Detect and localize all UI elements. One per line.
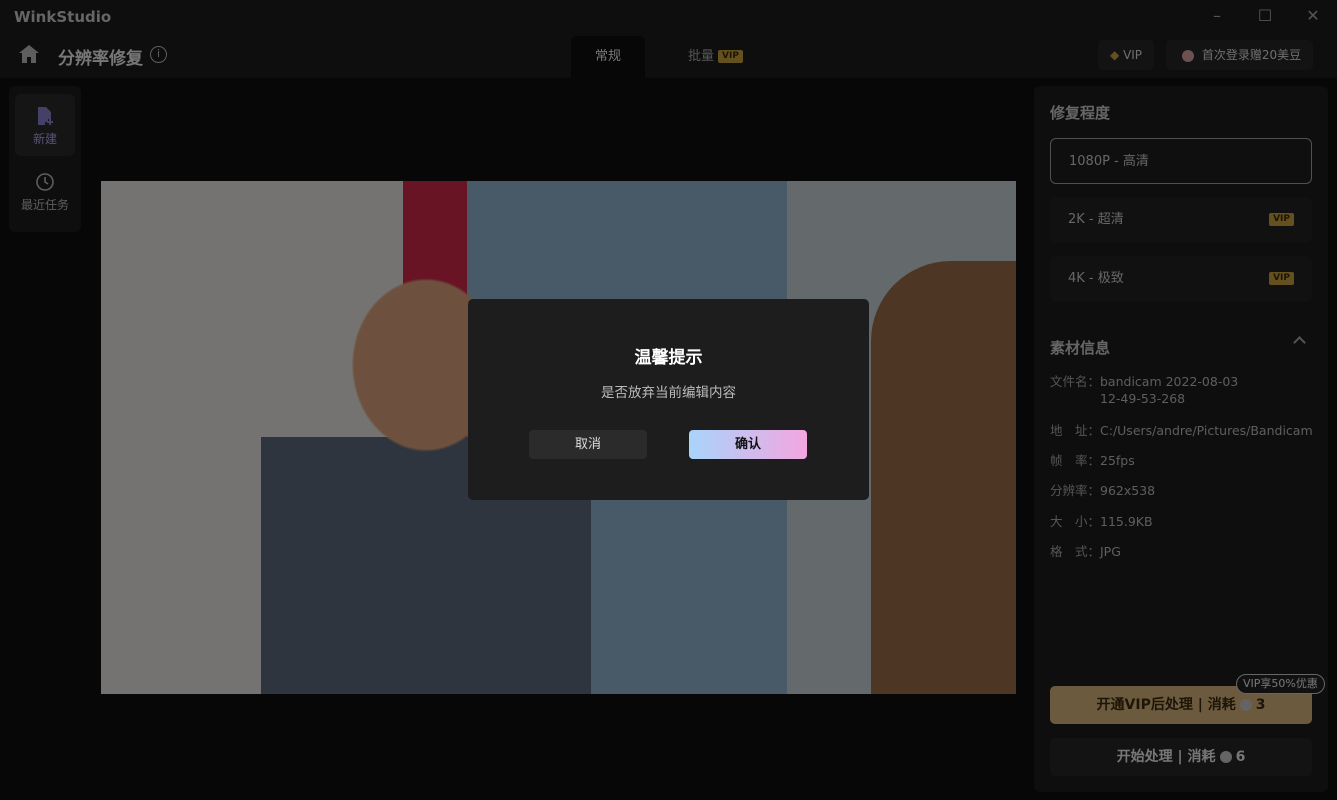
start-process-button[interactable]: 开始处理 | 消耗 6: [1050, 738, 1312, 776]
info-value: 962x538: [1100, 483, 1156, 498]
minimize-button[interactable]: –: [1202, 6, 1232, 28]
coin-icon: [1219, 751, 1232, 763]
title-bar: WinkStudio – ☐ ✕: [0, 0, 1337, 34]
confirm-dialog: 温馨提示 是否放弃当前编辑内容 取消 确认: [468, 299, 869, 500]
button-label: 开始处理 | 消耗: [1116, 749, 1216, 765]
vip-badge: VIP: [1269, 272, 1294, 285]
info-value: 115.9KB: [1100, 514, 1153, 529]
left-sidebar: 新建 最近任务: [9, 86, 81, 232]
vip-badge: VIP: [718, 50, 743, 63]
cancel-button[interactable]: 取消: [529, 430, 647, 459]
info-value: C:/Users/andre/Pictures/Bandicam: [1100, 423, 1313, 438]
header: 分辨率修复 i 常规 批量 VIP ◆ VIP 首次登录赠20美豆: [0, 34, 1337, 78]
option-1080p[interactable]: 1080P - 高清: [1050, 138, 1312, 184]
info-key: 大 小：: [1050, 514, 1101, 529]
info-key: 文件名：: [1050, 374, 1101, 389]
option-label: 1080P - 高清: [1069, 154, 1149, 169]
home-icon[interactable]: [18, 44, 40, 64]
info-value: JPG: [1100, 544, 1121, 559]
info-key: 分辨率：: [1050, 483, 1101, 498]
sidebar-item-label: 新建: [32, 132, 57, 146]
sidebar-item-recent[interactable]: 最近任务: [15, 160, 75, 222]
avatar: [1182, 49, 1194, 62]
app-logo: WinkStudio: [14, 8, 112, 26]
maximize-button[interactable]: ☐: [1250, 6, 1280, 28]
info-row-fps: 帧 率： 25fps: [1050, 452, 1315, 469]
info-row-path: 地 址： C:/Users/andre/Pictures/Bandicam: [1050, 422, 1315, 439]
option-4k[interactable]: 4K - 极致 VIP: [1050, 256, 1312, 302]
info-value: bandicam 2022-08-03 12-49-53-268: [1100, 374, 1239, 406]
close-button[interactable]: ✕: [1298, 6, 1328, 28]
login-promo-button[interactable]: 首次登录赠20美豆: [1166, 40, 1314, 70]
vip-button[interactable]: ◆ VIP: [1098, 40, 1155, 70]
new-file-icon: [38, 107, 53, 125]
option-label: 4K - 极致: [1068, 271, 1124, 286]
tab-label: 批量: [688, 49, 715, 64]
cost: 3: [1255, 697, 1266, 713]
vip-label: VIP: [1123, 48, 1143, 62]
info-value: 25fps: [1100, 453, 1135, 468]
coin-icon: [1239, 699, 1252, 711]
page-title: 分辨率修复: [58, 49, 143, 69]
cost: 6: [1235, 749, 1246, 765]
info-row-size: 大 小： 115.9KB: [1050, 513, 1315, 530]
tab-label: 常规: [595, 49, 622, 64]
info-key: 地 址：: [1050, 423, 1101, 438]
sidebar-item-label: 最近任务: [20, 198, 69, 212]
promo-label: 首次登录赠20美豆: [1201, 48, 1302, 62]
button-label: 开通VIP后处理 | 消耗: [1096, 697, 1236, 713]
option-label: 2K - 超清: [1068, 212, 1124, 227]
vip-badge: VIP: [1269, 213, 1294, 226]
preview-subject: [871, 261, 1016, 694]
dialog-message: 是否放弃当前编辑内容: [601, 385, 736, 401]
info-row-filename: 文件名： bandicam 2022-08-03 12-49-53-268: [1050, 373, 1240, 407]
dialog-title: 温馨提示: [634, 348, 703, 368]
info-row-format: 格 式： JPG: [1050, 543, 1315, 560]
sidebar-item-new[interactable]: 新建: [15, 94, 75, 156]
chevron-up-icon[interactable]: [1293, 336, 1306, 349]
settings-panel: 修复程度 1080P - 高清 2K - 超清 VIP 4K - 极致 VIP 素材…: [1034, 86, 1328, 792]
info-row-resolution: 分辨率： 962x538: [1050, 482, 1315, 499]
info-icon[interactable]: i: [150, 46, 167, 63]
vip-discount-tip: VIP享50%优惠: [1236, 674, 1325, 694]
repair-level-title: 修复程度: [1050, 104, 1111, 122]
history-icon: [36, 173, 54, 191]
tab-normal[interactable]: 常规: [571, 36, 646, 78]
confirm-button[interactable]: 确认: [689, 430, 807, 459]
info-key: 帧 率：: [1050, 453, 1101, 468]
info-key: 格 式：: [1050, 544, 1101, 559]
material-info-title: 素材信息: [1050, 339, 1111, 357]
tab-batch[interactable]: 批量 VIP: [664, 36, 767, 78]
option-2k[interactable]: 2K - 超清 VIP: [1050, 197, 1312, 243]
diamond-icon: ◆: [1110, 48, 1120, 62]
